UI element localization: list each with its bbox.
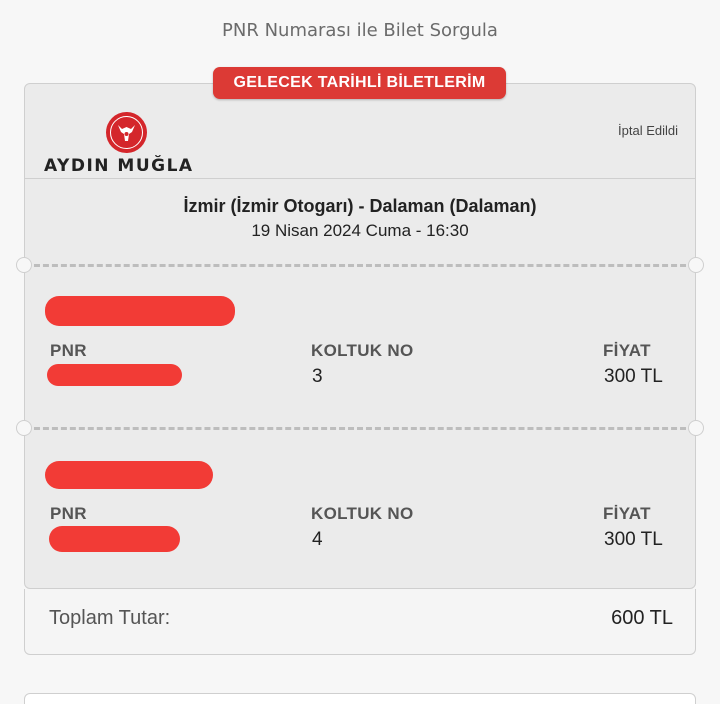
pnr-label: PNR — [50, 504, 87, 523]
trip-route: İzmir (İzmir Otogarı) - Dalaman (Dalaman… — [183, 196, 537, 216]
seat-number: 4 — [312, 529, 323, 550]
passenger-row: PNR KOLTUK NO 4 FİYAT 300 TL — [25, 429, 695, 579]
redacted-passenger-name — [45, 461, 213, 489]
pnr-query-link[interactable]: PNR Numarası ile Bilet Sorgula — [0, 20, 720, 41]
ticket-price: 300 TL — [604, 529, 663, 550]
total-label: Toplam Tutar: — [49, 607, 171, 629]
upcoming-tickets-badge: GELECEK TARİHLİ BİLETLERİM — [213, 67, 506, 99]
company-emblem-icon — [106, 112, 147, 153]
ticket-card[interactable]: AYDIN MUĞLA İptal Edildi İzmir (İzmir Ot… — [16, 83, 704, 589]
next-ticket-card[interactable] — [24, 693, 696, 704]
pnr-label: PNR — [50, 341, 87, 360]
company-name: AYDIN MUĞLA — [44, 156, 194, 176]
total-amount-box: Toplam Tutar: 600 TL — [24, 589, 696, 655]
seat-number: 3 — [312, 366, 323, 387]
redacted-pnr — [49, 526, 180, 552]
price-label: FİYAT — [603, 341, 651, 360]
redacted-passenger-name — [45, 296, 235, 326]
redacted-pnr — [47, 364, 182, 386]
total-value: 600 TL — [611, 607, 673, 629]
seat-label: KOLTUK NO — [311, 504, 414, 523]
price-label: FİYAT — [603, 504, 651, 523]
passenger-row: PNR KOLTUK NO 3 FİYAT 300 TL — [25, 266, 695, 416]
trip-date: 19 Nisan 2024 Cuma - 16:30 — [251, 221, 469, 240]
ticket-price: 300 TL — [604, 366, 663, 387]
ticket-status: İptal Edildi — [618, 123, 678, 138]
seat-label: KOLTUK NO — [311, 341, 414, 360]
company-logo: AYDIN MUĞLA — [44, 112, 214, 176]
